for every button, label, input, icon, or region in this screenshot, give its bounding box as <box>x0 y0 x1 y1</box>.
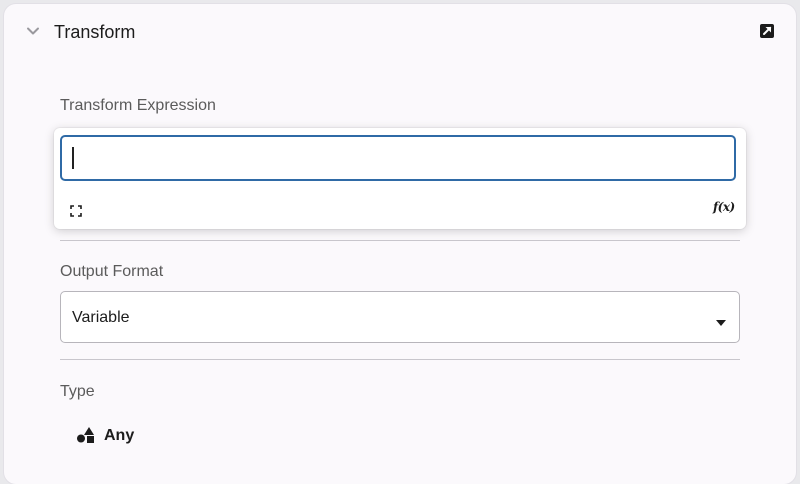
section-divider <box>60 240 740 241</box>
transform-expression-input[interactable] <box>60 135 736 181</box>
type-label: Type <box>60 383 95 400</box>
chevron-down-icon[interactable] <box>24 22 42 40</box>
output-format-select[interactable]: Variable <box>60 291 740 343</box>
text-cursor <box>72 147 74 169</box>
transform-expression-editor: f(x) <box>54 128 746 229</box>
output-format-value: Variable <box>72 309 130 326</box>
shapes-icon <box>76 426 96 444</box>
caret-down-icon <box>715 314 727 326</box>
transform-expression-label: Transform Expression <box>60 97 216 114</box>
panel-header: Transform <box>4 4 796 60</box>
output-format-label: Output Format <box>60 263 164 280</box>
panel-title: Transform <box>54 22 136 42</box>
section-divider <box>60 359 740 360</box>
transform-panel: Transform Transform Expression f(x) Outp… <box>4 4 796 484</box>
expand-icon[interactable] <box>70 204 82 217</box>
type-value: Any <box>104 427 135 444</box>
open-in-new-icon[interactable] <box>759 23 775 39</box>
function-icon[interactable]: f(x) <box>713 200 735 214</box>
